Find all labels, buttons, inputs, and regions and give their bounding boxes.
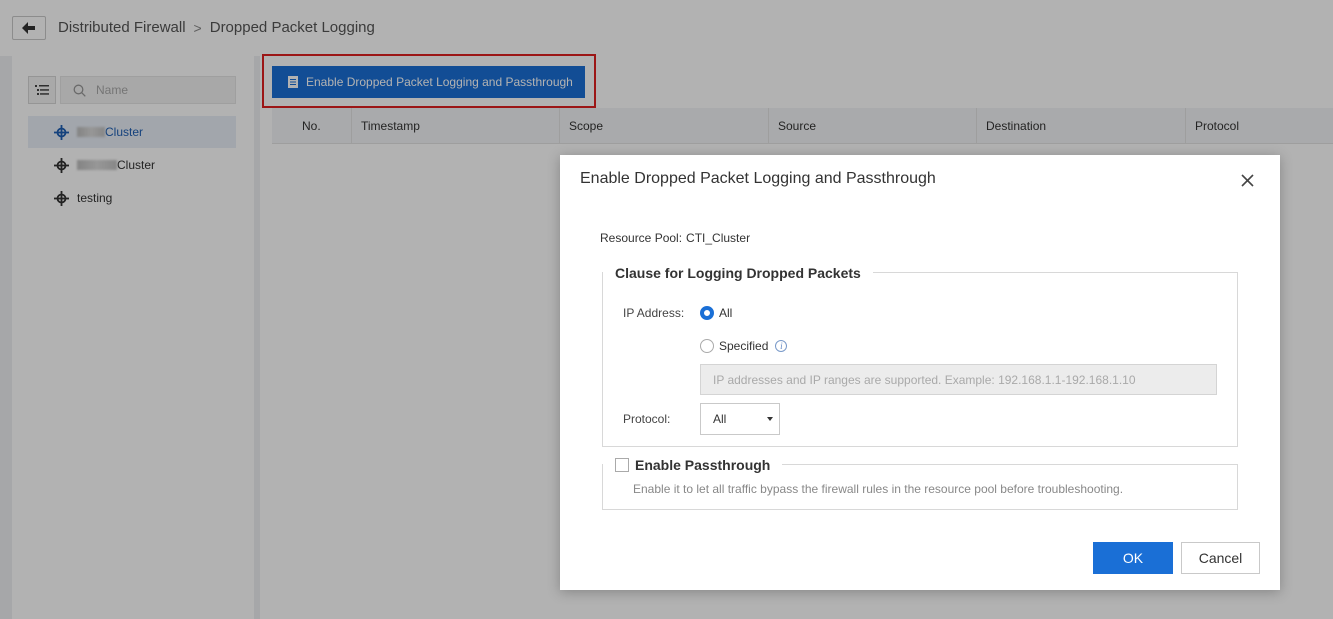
protocol-select[interactable]: All xyxy=(700,403,780,435)
ip-address-input[interactable] xyxy=(700,364,1217,395)
protocol-select-value: All xyxy=(713,412,727,426)
enable-logging-dialog: Enable Dropped Packet Logging and Passth… xyxy=(560,155,1280,590)
logging-clause-legend: Clause for Logging Dropped Packets xyxy=(603,265,873,281)
info-icon[interactable]: i xyxy=(775,340,788,352)
resource-pool-label: Resource Pool: xyxy=(600,231,683,245)
ip-option-all[interactable]: All xyxy=(700,306,732,320)
resource-pool-value: CTI_Cluster xyxy=(686,231,751,245)
radio-unchecked-icon xyxy=(700,339,714,353)
resource-pool-line: Resource Pool: CTI_Cluster xyxy=(600,231,750,245)
passthrough-hint: Enable it to let all traffic bypass the … xyxy=(633,482,1124,496)
close-button[interactable] xyxy=(1236,169,1258,191)
ip-option-all-label: All xyxy=(719,306,733,320)
passthrough-checkbox[interactable] xyxy=(615,458,629,472)
dialog-title: Enable Dropped Packet Logging and Passth… xyxy=(580,170,936,187)
cancel-button[interactable]: Cancel xyxy=(1181,542,1260,574)
ok-button[interactable]: OK xyxy=(1093,542,1173,574)
passthrough-legend: Enable Passthrough xyxy=(603,457,783,473)
logging-clause-legend-text: Clause for Logging Dropped Packets xyxy=(615,265,861,281)
chevron-down-icon xyxy=(767,417,773,421)
ip-option-specified[interactable]: Specified i xyxy=(700,339,788,353)
ip-option-specified-label: Specified xyxy=(719,339,769,353)
close-icon xyxy=(1240,173,1254,187)
passthrough-legend-text[interactable]: Enable Passthrough xyxy=(635,457,770,473)
logging-clause-fieldset xyxy=(602,272,1238,447)
radio-checked-icon xyxy=(700,306,714,320)
protocol-label: Protocol: xyxy=(623,412,671,426)
ip-address-label: IP Address: xyxy=(623,306,685,320)
